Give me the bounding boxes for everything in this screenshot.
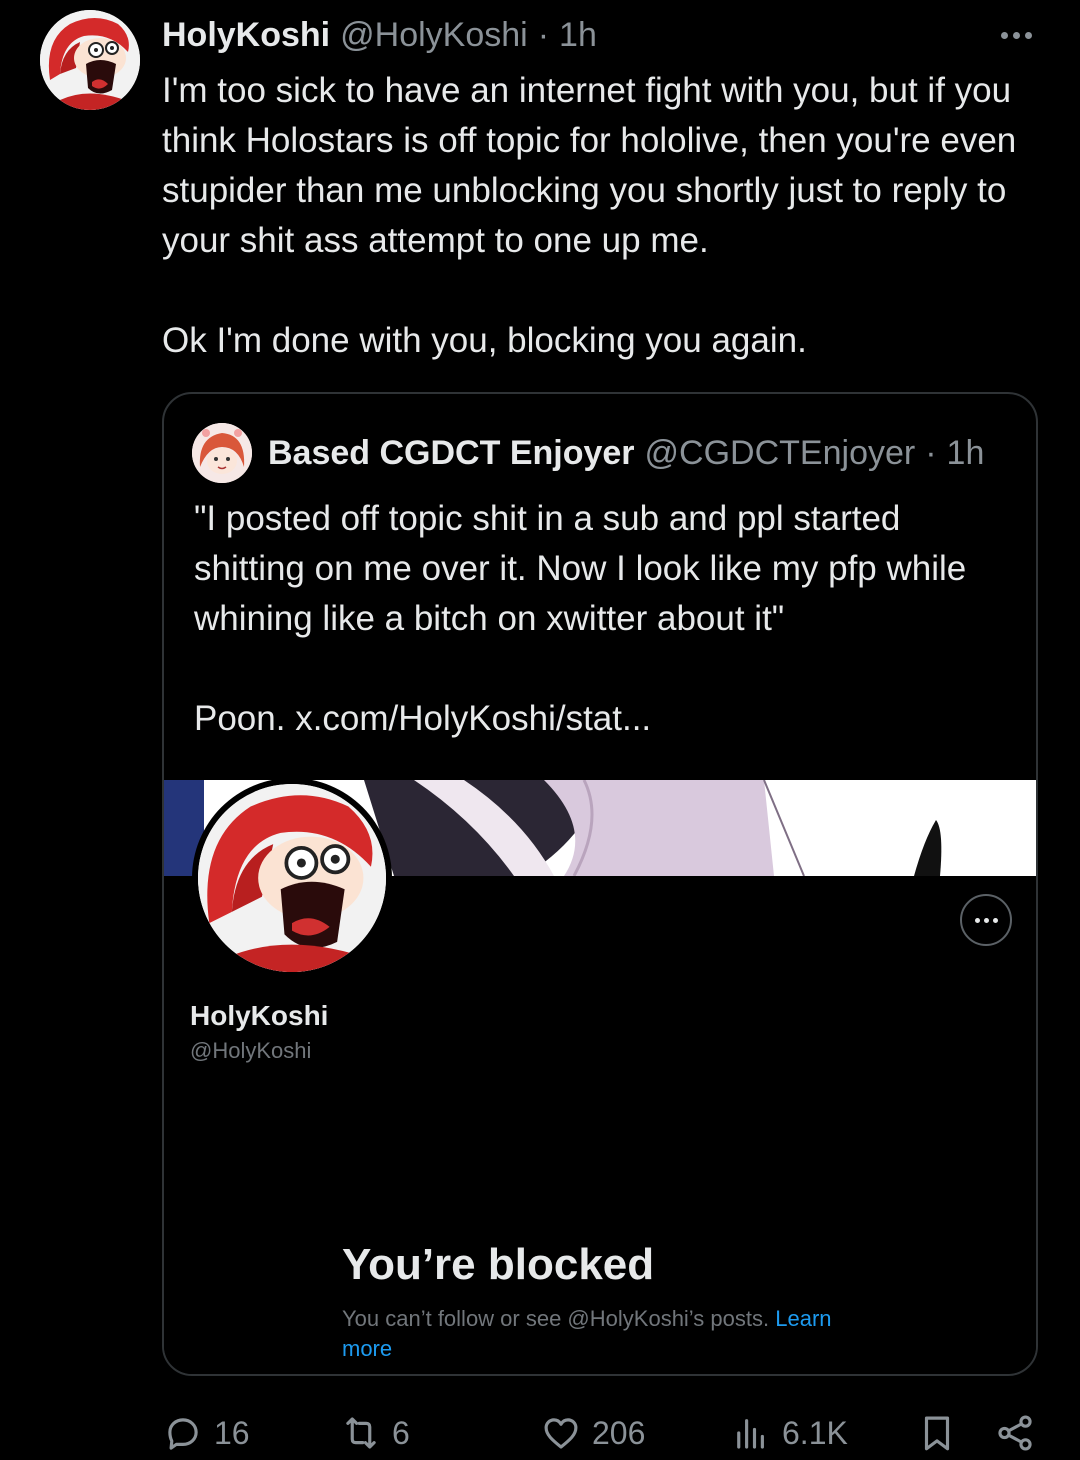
quote-text: "I posted off topic shit in a sub and pp… (194, 494, 1014, 744)
more-dot (1012, 31, 1020, 39)
action-bar: 16 6 206 6.1K (0, 1402, 1080, 1460)
like-count: 206 (592, 1414, 646, 1451)
quote-header: Based CGDCT Enjoyer @CGDCTEnjoyer · 1h (192, 422, 984, 484)
profile-avatar-frame (198, 784, 386, 972)
reply-icon (168, 1418, 198, 1450)
quote-display-name[interactable]: Based CGDCT Enjoyer (268, 434, 635, 473)
tweet[interactable]: HolyKoshi @HolyKoshi · 1h I'm too sick t… (0, 0, 1080, 1460)
quote-paragraph-prefix: Poon. (194, 699, 296, 738)
tweet-header: HolyKoshi @HolyKoshi · 1h (162, 12, 597, 58)
bookmark-icon (924, 1416, 950, 1451)
repost-count: 6 (392, 1414, 410, 1451)
more-dot (983, 917, 989, 923)
author-display-name[interactable]: HolyKoshi (162, 16, 330, 55)
quote-tweet-card[interactable]: Based CGDCT Enjoyer @CGDCTEnjoyer · 1h "… (162, 392, 1038, 1376)
tweet-paragraph: Ok I'm done with you, blocking you again… (162, 321, 807, 360)
quote-handle[interactable]: @CGDCTEnjoyer (645, 434, 916, 473)
views-count: 6.1K (782, 1414, 848, 1451)
profile-avatar-image (198, 784, 386, 972)
author-avatar[interactable] (40, 10, 140, 110)
reply-button[interactable]: 16 (162, 1412, 250, 1454)
blocked-description: You can’t follow or see @HolyKoshi’s pos… (342, 1304, 852, 1364)
like-icon (544, 1418, 578, 1449)
blocked-description-text: You can’t follow or see @HolyKoshi’s pos… (342, 1306, 776, 1331)
more-dot (1000, 31, 1008, 39)
blocked-title: You’re blocked (342, 1240, 655, 1289)
more-dot (1024, 31, 1032, 39)
tweet-text: I'm too sick to have an internet fight w… (162, 66, 1042, 366)
quote-paragraph: "I posted off topic shit in a sub and pp… (194, 499, 967, 638)
author-avatar-image (40, 10, 140, 110)
profile-handle: @HolyKoshi (190, 1038, 312, 1063)
embedded-profile-screenshot[interactable]: HolyKoshi @HolyKoshi You’re blocked You … (164, 778, 1036, 1374)
tweet-timestamp[interactable]: 1h (559, 16, 597, 55)
reply-count: 16 (214, 1414, 250, 1451)
repost-icon (346, 1417, 376, 1449)
quote-paragraph: Poon. x.com/HolyKoshi/stat... (194, 694, 1014, 744)
separator-dot: · (925, 433, 937, 472)
quote-link[interactable]: x.com/HolyKoshi/stat... (295, 699, 651, 738)
profile-more-icon (960, 894, 1012, 946)
share-icon (998, 1415, 1032, 1451)
more-dot (992, 917, 998, 923)
repost-button[interactable]: 6 (340, 1412, 410, 1454)
profile-avatar (192, 778, 392, 978)
quote-timestamp[interactable]: 1h (947, 434, 985, 473)
quote-author-avatar[interactable] (192, 423, 252, 483)
views-button[interactable]: 6.1K (730, 1412, 848, 1454)
quote-avatar-image (192, 423, 252, 483)
bookmark-button[interactable] (916, 1412, 958, 1454)
like-button[interactable]: 206 (540, 1412, 645, 1454)
separator-dot: · (537, 15, 550, 54)
profile-name: HolyKoshi (190, 1000, 329, 1031)
more-icon[interactable] (996, 20, 1036, 50)
more-dot (974, 917, 980, 923)
share-button[interactable] (994, 1412, 1036, 1454)
views-icon (737, 1419, 764, 1449)
author-handle[interactable]: @HolyKoshi (340, 16, 528, 55)
tweet-paragraph: I'm too sick to have an internet fight w… (162, 71, 1017, 260)
